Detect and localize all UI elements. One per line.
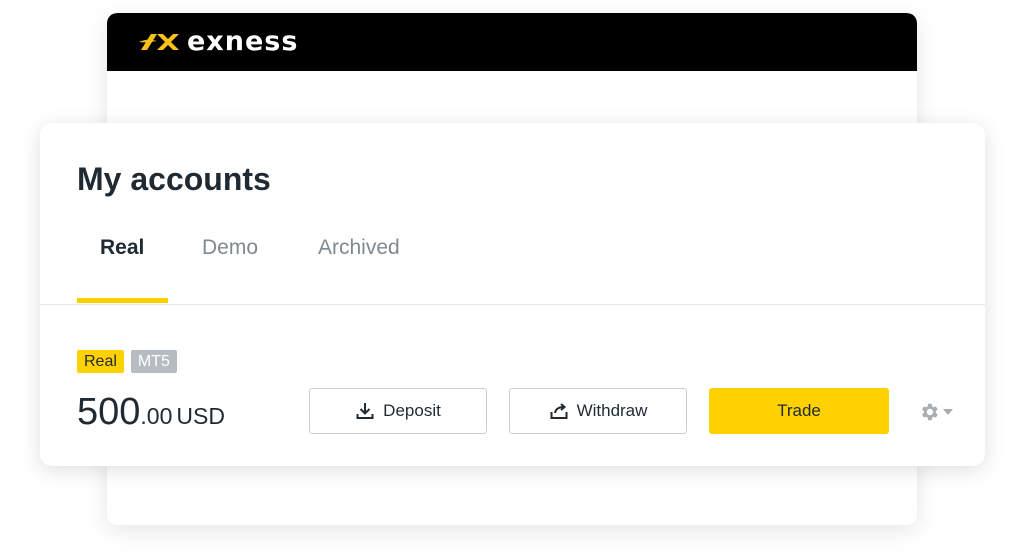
trade-button[interactable]: Trade — [709, 388, 889, 434]
platform-badge: MT5 — [130, 350, 177, 373]
active-tab-indicator — [77, 298, 168, 303]
balance-currency: USD — [176, 403, 225, 429]
account-type-badge: Real — [77, 350, 124, 373]
download-icon — [356, 403, 374, 419]
account-tabs: Real Demo Archived — [40, 228, 985, 304]
deposit-button[interactable]: Deposit — [309, 388, 487, 434]
brand-name: exness — [187, 26, 299, 57]
page-title: My accounts — [77, 161, 271, 197]
tabs-divider — [40, 304, 985, 305]
withdraw-label: Withdraw — [576, 401, 648, 420]
exness-logo-mark-icon — [139, 34, 179, 50]
withdraw-button[interactable]: Withdraw — [509, 388, 687, 434]
balance-whole: 500 — [77, 391, 141, 433]
top-bar: exness — [107, 13, 917, 71]
deposit-label: Deposit — [383, 401, 441, 420]
account-badges: Real MT5 — [77, 350, 177, 373]
balance-fraction: .00 — [140, 403, 173, 429]
account-balance: 500 .00 USD — [77, 391, 225, 434]
trade-label: Trade — [777, 401, 821, 420]
tab-demo[interactable]: Demo — [202, 236, 258, 306]
account-settings-menu[interactable] — [918, 401, 953, 423]
tab-real[interactable]: Real — [100, 236, 144, 306]
chevron-down-icon — [943, 409, 953, 415]
exness-logo[interactable]: exness — [137, 28, 298, 56]
upload-icon — [550, 403, 568, 419]
accounts-card: My accounts Real Demo Archived Real MT5 … — [40, 123, 985, 466]
gear-icon — [922, 403, 938, 421]
tab-archived[interactable]: Archived — [318, 236, 400, 306]
